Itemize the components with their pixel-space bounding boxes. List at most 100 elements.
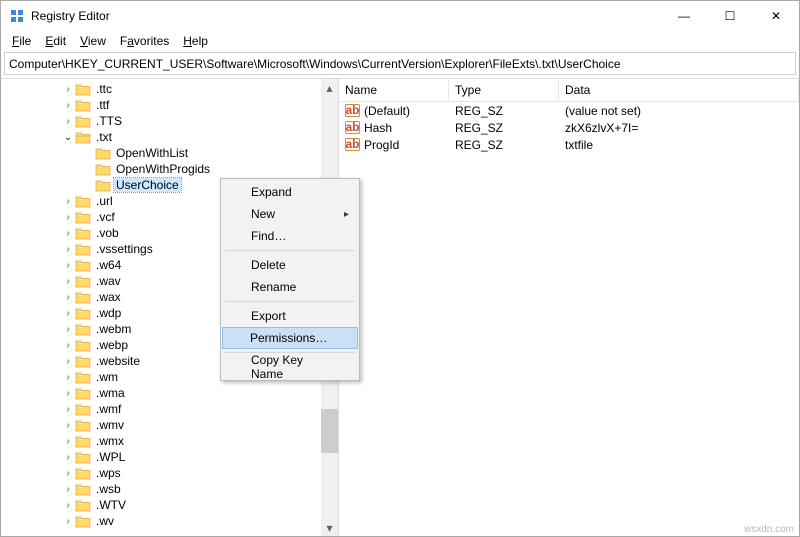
menu-item-permissions[interactable]: Permissions… xyxy=(222,327,358,349)
cell-data: zkX6zlvX+7I= xyxy=(559,121,799,135)
menu-separator xyxy=(225,250,355,251)
menu-favorites[interactable]: Favorites xyxy=(113,33,176,49)
menu-item-label: Find… xyxy=(251,229,286,243)
tree-item-label: .webm xyxy=(94,322,133,336)
chevron-right-icon[interactable]: › xyxy=(61,452,75,463)
chevron-right-icon[interactable]: › xyxy=(61,420,75,431)
menu-view[interactable]: View xyxy=(73,33,113,49)
col-header-data[interactable]: Data xyxy=(559,80,799,100)
menu-file-label: ile xyxy=(19,34,31,48)
tree-item-label: .wsb xyxy=(94,482,123,496)
chevron-right-icon[interactable]: › xyxy=(61,212,75,223)
tree-item[interactable]: › .ttc xyxy=(5,81,338,97)
menu-edit[interactable]: Edit xyxy=(38,33,73,49)
chevron-right-icon[interactable]: › xyxy=(61,196,75,207)
chevron-down-icon[interactable]: ⌄ xyxy=(61,132,75,143)
tree-item[interactable]: › .ttf xyxy=(5,97,338,113)
col-header-type[interactable]: Type xyxy=(449,80,559,100)
cell-name: ab (Default) xyxy=(339,103,449,118)
folder-icon xyxy=(75,370,91,384)
tree-item-label: .wv xyxy=(94,514,116,528)
string-value-icon: ab xyxy=(345,103,360,118)
chevron-right-icon[interactable]: › xyxy=(61,276,75,287)
cell-data: txtfile xyxy=(559,138,799,152)
chevron-right-icon[interactable]: › xyxy=(61,100,75,111)
chevron-right-icon[interactable]: › xyxy=(61,516,75,527)
folder-icon xyxy=(75,290,91,304)
list-row[interactable]: ab ProgId REG_SZ txtfile xyxy=(339,136,799,153)
list-header: Name Type Data xyxy=(339,79,799,102)
menu-item-copy-key-name[interactable]: Copy Key Name xyxy=(223,356,357,378)
tree-item-label: .ttc xyxy=(94,82,114,96)
col-header-name[interactable]: Name xyxy=(339,80,449,100)
menu-item-export[interactable]: Export xyxy=(223,305,357,327)
chevron-right-icon[interactable]: › xyxy=(61,404,75,415)
tree-item[interactable]: › .WPL xyxy=(5,449,338,465)
menu-item-new[interactable]: New ▸ xyxy=(223,203,357,225)
menu-edit-label: dit xyxy=(53,34,66,48)
tree-item[interactable]: › .TTS xyxy=(5,113,338,129)
tree-item[interactable]: › .wmf xyxy=(5,401,338,417)
folder-icon xyxy=(75,242,91,256)
chevron-right-icon[interactable]: › xyxy=(61,436,75,447)
menu-file[interactable]: File xyxy=(5,33,38,49)
folder-icon xyxy=(75,194,91,208)
list-rows: ab (Default) REG_SZ (value not set) ab H… xyxy=(339,102,799,153)
tree-item[interactable]: › .wmv xyxy=(5,417,338,433)
tree-item[interactable]: › .wps xyxy=(5,465,338,481)
tree-item-label: .wmv xyxy=(94,418,126,432)
tree-item-label: .vcf xyxy=(94,210,117,224)
tree-item-label: .webp xyxy=(94,338,130,352)
scroll-up-arrow-icon[interactable]: ▴ xyxy=(321,79,338,96)
tree-item[interactable]: › .wma xyxy=(5,385,338,401)
tree-item-label: .TTS xyxy=(94,114,124,128)
folder-icon xyxy=(75,322,91,336)
address-bar[interactable]: Computer\HKEY_CURRENT_USER\Software\Micr… xyxy=(4,52,796,75)
cell-type: REG_SZ xyxy=(449,104,559,118)
chevron-right-icon[interactable]: › xyxy=(61,340,75,351)
tree-item-label: .url xyxy=(94,194,115,208)
tree-item-openwithprogids[interactable]: OpenWithProgids xyxy=(5,161,338,177)
chevron-right-icon[interactable]: › xyxy=(61,484,75,495)
tree-item-label: .WPL xyxy=(94,450,127,464)
chevron-right-icon[interactable]: › xyxy=(61,84,75,95)
chevron-right-icon[interactable]: › xyxy=(61,372,75,383)
menu-item-find[interactable]: Find… xyxy=(223,225,357,247)
chevron-right-icon[interactable]: › xyxy=(61,116,75,127)
close-button[interactable]: ✕ xyxy=(753,1,799,31)
maximize-button[interactable]: ☐ xyxy=(707,1,753,31)
list-row[interactable]: ab (Default) REG_SZ (value not set) xyxy=(339,102,799,119)
tree-item-openwithlist[interactable]: OpenWithList xyxy=(5,145,338,161)
tree-item[interactable]: › .WTV xyxy=(5,497,338,513)
tree-item[interactable]: › .wsb xyxy=(5,481,338,497)
list-row[interactable]: ab Hash REG_SZ zkX6zlvX+7I= xyxy=(339,119,799,136)
chevron-right-icon[interactable]: › xyxy=(61,228,75,239)
chevron-right-icon[interactable]: › xyxy=(61,244,75,255)
chevron-right-icon[interactable]: › xyxy=(61,500,75,511)
string-value-icon: ab xyxy=(345,137,360,152)
chevron-right-icon[interactable]: › xyxy=(61,356,75,367)
chevron-right-icon[interactable]: › xyxy=(61,388,75,399)
menu-item-expand[interactable]: Expand xyxy=(223,181,357,203)
tree-item[interactable]: › .wmx xyxy=(5,433,338,449)
scroll-thumb[interactable] xyxy=(321,409,338,453)
tree-item-txt[interactable]: ⌄ .txt xyxy=(5,129,338,145)
menu-help[interactable]: Help xyxy=(176,33,215,49)
chevron-right-icon[interactable]: › xyxy=(61,324,75,335)
chevron-right-icon[interactable]: › xyxy=(61,468,75,479)
folder-icon xyxy=(75,450,91,464)
tree-item[interactable]: › .wv xyxy=(5,513,338,529)
chevron-right-icon[interactable]: › xyxy=(61,292,75,303)
maximize-icon: ☐ xyxy=(725,9,736,23)
chevron-right-icon[interactable]: › xyxy=(61,260,75,271)
tree-item-label: .website xyxy=(94,354,142,368)
menu-item-rename[interactable]: Rename xyxy=(223,276,357,298)
folder-icon xyxy=(95,178,111,192)
tree-item-label: .WTV xyxy=(94,498,128,512)
chevron-right-icon[interactable]: › xyxy=(61,308,75,319)
registry-editor-window: Registry Editor — ☐ ✕ File Edit View Fav… xyxy=(0,0,800,537)
tree-item-label: .w64 xyxy=(94,258,123,272)
menu-item-delete[interactable]: Delete xyxy=(223,254,357,276)
minimize-button[interactable]: — xyxy=(661,1,707,31)
scroll-down-arrow-icon[interactable]: ▾ xyxy=(321,519,338,536)
